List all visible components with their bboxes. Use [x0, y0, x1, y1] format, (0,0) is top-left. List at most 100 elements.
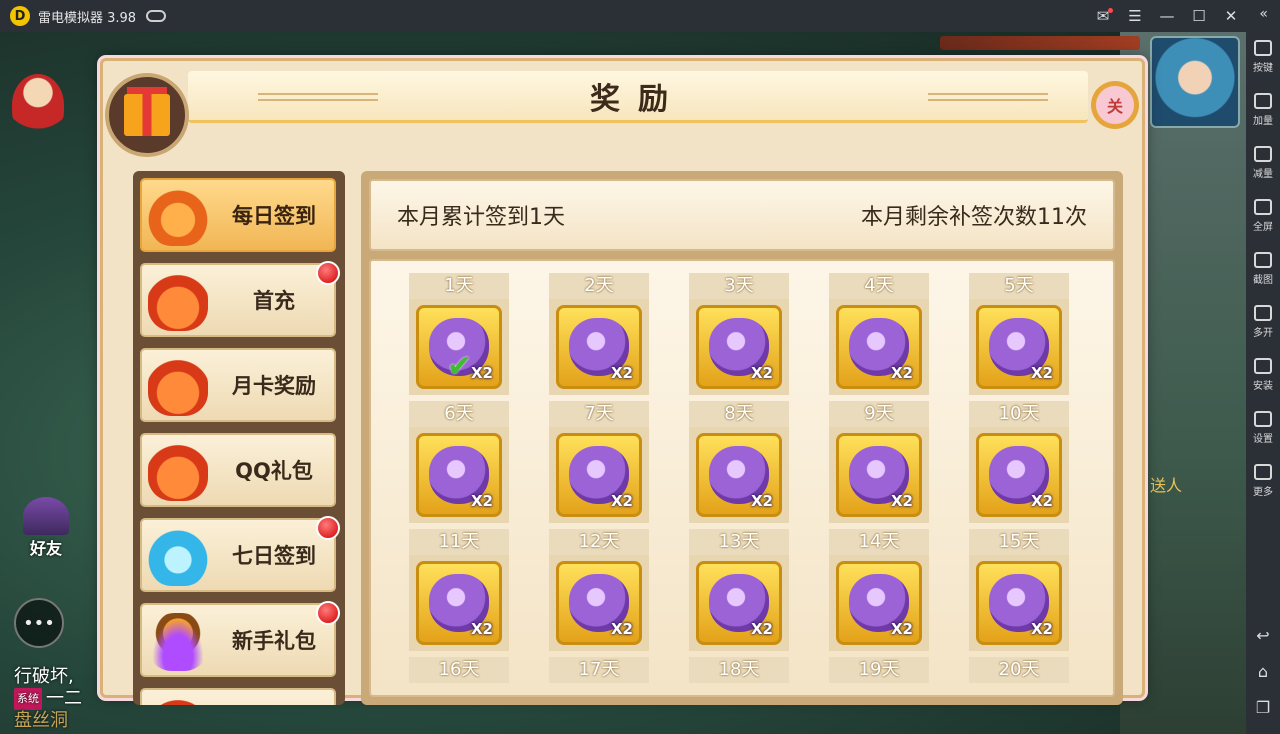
emulator-titlebar: D 雷电模拟器 3.98 ✉ ☰ — ☐ ✕ « [0, 0, 1280, 32]
sidebar-item[interactable]: 多开 [1246, 305, 1280, 339]
checkin-day[interactable]: 9天 X2 [829, 401, 929, 523]
day-label: 16天 [409, 657, 509, 683]
checkin-day[interactable]: 4天 X2 [829, 273, 929, 395]
recent-apps-icon[interactable]: ❐ [1254, 700, 1272, 716]
checkin-day[interactable]: 11天 X2 [409, 529, 509, 651]
reward-item[interactable]: X2 [976, 561, 1062, 645]
collapse-icon[interactable]: « [1259, 6, 1268, 22]
checkin-day[interactable]: 7天 X2 [549, 401, 649, 523]
menu-item-daily-checkin[interactable]: 每日签到 [140, 178, 336, 252]
reward-item[interactable]: X2 [836, 561, 922, 645]
checkin-day[interactable]: 15天 X2 [969, 529, 1069, 651]
day-reward-cell[interactable]: X2 [829, 555, 929, 651]
home-icon[interactable]: ⌂ [1254, 664, 1272, 680]
checkin-day[interactable]: 12天 X2 [549, 529, 649, 651]
day-label: 12天 [549, 529, 649, 555]
activity-character-icon[interactable] [12, 74, 64, 136]
header-right-ornament [928, 93, 1048, 101]
sidebar-item[interactable]: 安装 [1246, 358, 1280, 392]
chat-line: 盘丝洞 [14, 710, 68, 731]
close-icon[interactable]: ✕ [1222, 7, 1240, 25]
chat-log[interactable]: 行破坏, 系统 一二 盘丝洞 [14, 666, 82, 732]
reward-item[interactable]: X2 [696, 433, 782, 517]
friend-button[interactable]: 好友 [16, 497, 76, 563]
day-reward-cell[interactable]: X2 [409, 555, 509, 651]
reward-item[interactable]: X2 [836, 433, 922, 517]
checkin-day[interactable]: 20天 [969, 657, 1069, 683]
day-reward-cell[interactable]: X2 [829, 299, 929, 395]
hero-portrait[interactable] [1150, 36, 1240, 128]
reward-item[interactable]: X2 [416, 561, 502, 645]
gamepad-icon[interactable] [146, 10, 167, 22]
reward-item[interactable]: X2 [556, 561, 642, 645]
sidebar-item[interactable]: 全屏 [1246, 199, 1280, 233]
day-reward-cell[interactable]: X2 ✔ [409, 299, 509, 395]
game-viewport[interactable]: 送人 好友 ••• 行破坏, 系统 一二 盘丝洞 奖励 关 每日签到 首充 月卡… [0, 32, 1246, 734]
reward-item[interactable]: X2 ✔ [416, 305, 502, 389]
reward-item[interactable]: X2 [556, 305, 642, 389]
checkin-day[interactable]: 13天 X2 [689, 529, 789, 651]
menu-item-qq-gift[interactable]: QQ礼包 [140, 433, 336, 507]
checkin-day[interactable]: 2天 X2 [549, 273, 649, 395]
back-icon[interactable]: ↩ [1254, 628, 1272, 644]
day-reward-cell[interactable]: X2 [549, 555, 649, 651]
day-reward-cell[interactable]: X2 [969, 427, 1069, 523]
reward-item[interactable]: X2 [556, 433, 642, 517]
panel-close-button[interactable]: 关 [1091, 81, 1139, 129]
reward-item[interactable]: X2 [416, 433, 502, 517]
sidebar-item[interactable]: 更多 [1246, 464, 1280, 498]
checkin-day[interactable]: 16天 [409, 657, 509, 683]
day-reward-cell[interactable]: X2 [409, 427, 509, 523]
checkin-day[interactable]: 5天 X2 [969, 273, 1069, 395]
checkin-day-grid[interactable]: 1天 X2 ✔ 2天 X2 3天 X2 4天 X2 5天 X2 6天 X2 7天 X2 8天 X2 9天 X2 10天… [369, 259, 1115, 697]
checkin-day[interactable]: 19天 [829, 657, 929, 683]
sidebar-item[interactable]: 设置 [1246, 411, 1280, 445]
checkin-day[interactable]: 3天 X2 [689, 273, 789, 395]
checkin-day[interactable]: 8天 X2 [689, 401, 789, 523]
day-reward-cell[interactable]: X2 [969, 555, 1069, 651]
checkin-day[interactable]: 18天 [689, 657, 789, 683]
sidebar-item-label: 多开 [1253, 328, 1273, 339]
day-reward-cell[interactable]: X2 [689, 555, 789, 651]
sidebar-item[interactable]: 按键 [1246, 40, 1280, 74]
day-reward-cell[interactable]: X2 [689, 427, 789, 523]
sidebar-item[interactable]: 截图 [1246, 252, 1280, 286]
day-reward-cell[interactable]: X2 [829, 427, 929, 523]
reward-item[interactable]: X2 [696, 561, 782, 645]
day-reward-cell[interactable]: X2 [549, 299, 649, 395]
checkin-day[interactable]: 6天 X2 [409, 401, 509, 523]
sidebar-item[interactable]: 加量 [1246, 93, 1280, 127]
mail-icon[interactable]: ✉ [1094, 7, 1113, 25]
menu-item-label: 月卡奖励 [232, 374, 316, 398]
reward-category-menu[interactable]: 每日签到 首充 月卡奖励 QQ礼包 七日签到 新手礼包 [133, 171, 345, 705]
red-money-bag-icon [148, 698, 208, 705]
menu-item-first-recharge[interactable]: 首充 [140, 261, 340, 337]
reward-item[interactable]: X2 [976, 433, 1062, 517]
maximize-icon[interactable]: ☐ [1190, 7, 1208, 25]
menu-item-monthly-card[interactable]: 月卡奖励 [140, 348, 336, 422]
menu-item-newbie-gift[interactable]: 新手礼包 [140, 601, 340, 677]
checkin-day[interactable]: 1天 X2 ✔ [409, 273, 509, 395]
reward-count: X2 [1030, 364, 1053, 382]
sidebar-item[interactable]: 减量 [1246, 146, 1280, 180]
reward-item[interactable]: X2 [696, 305, 782, 389]
minimize-icon[interactable]: — [1158, 7, 1176, 25]
menu-icon[interactable]: ☰ [1126, 7, 1144, 25]
claimed-check-icon: ✔ [447, 349, 473, 384]
checkin-day[interactable]: 17天 [549, 657, 649, 683]
chat-bubble-icon[interactable]: ••• [14, 598, 64, 648]
apk-install-icon [1254, 358, 1272, 374]
day-reward-cell[interactable]: X2 [549, 427, 649, 523]
checkin-day[interactable]: 10天 X2 [969, 401, 1069, 523]
menu-item-seven-day-checkin[interactable]: 七日签到 [140, 516, 340, 592]
reward-item[interactable]: X2 [836, 305, 922, 389]
notification-dot [316, 601, 340, 625]
day-label: 10天 [969, 401, 1069, 427]
menu-item-partial[interactable] [140, 688, 336, 705]
reward-item[interactable]: X2 [976, 305, 1062, 389]
day-reward-cell[interactable]: X2 [689, 299, 789, 395]
checkin-day[interactable]: 14天 X2 [829, 529, 929, 651]
day-reward-cell[interactable]: X2 [969, 299, 1069, 395]
checkin-content: 本月累计签到1天 本月剩余补签次数11次 1天 X2 ✔ 2天 X2 3天 X2 4天 X2 5天… [361, 171, 1123, 705]
day-label: 1天 [409, 273, 509, 299]
